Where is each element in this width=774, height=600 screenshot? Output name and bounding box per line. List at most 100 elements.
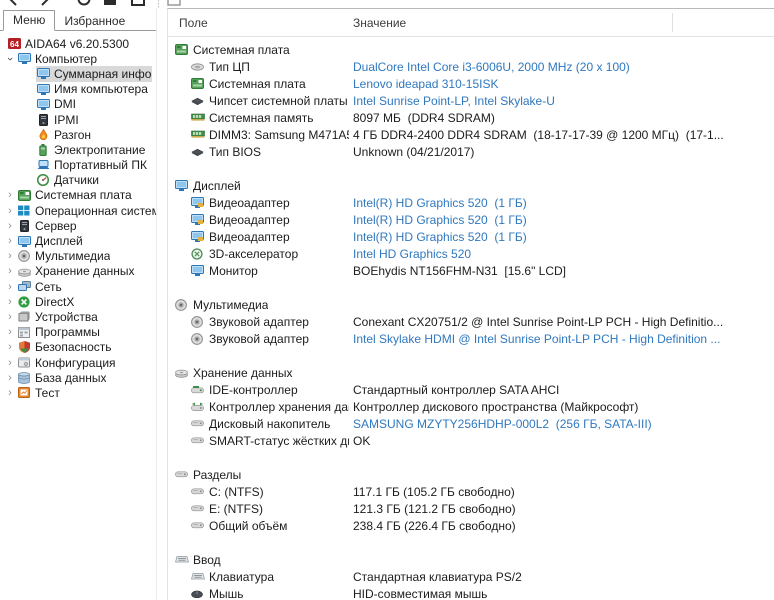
tree-expanded-arrow-icon[interactable]: › bbox=[5, 52, 15, 66]
refresh-button[interactable] bbox=[76, 0, 92, 7]
row-mouse[interactable]: МышьHID-совместимая мышь bbox=[168, 585, 774, 600]
forward-button[interactable] bbox=[36, 0, 52, 7]
field-value[interactable]: Lenovo ideapad 310-15ISK bbox=[353, 75, 774, 92]
hdd-icon bbox=[191, 522, 206, 529]
sidebar-item-label: Хранение данных bbox=[35, 264, 135, 278]
sidebar-item-display[interactable]: ›Дисплей bbox=[3, 233, 156, 248]
tree-collapsed-arrow-icon[interactable]: › bbox=[3, 266, 17, 276]
hdd-icon bbox=[191, 488, 206, 495]
sidebar-item-power[interactable]: Электропитание bbox=[36, 142, 156, 157]
sidebar-item-network[interactable]: ›Сеть bbox=[3, 279, 156, 294]
sidebar-item-label: Разгон bbox=[54, 128, 91, 142]
programs-icon bbox=[17, 327, 31, 338]
tree-collapsed-arrow-icon[interactable]: › bbox=[3, 327, 17, 337]
row-disk-drive[interactable]: Дисковый накопитель SAMSUNG MZYTY256HDHP-… bbox=[168, 415, 774, 432]
row-video-adapter-2[interactable]: ВидеоадаптерIntel(R) HD Graphics 520 (1 … bbox=[168, 211, 774, 228]
tree-collapsed-arrow-icon[interactable]: › bbox=[3, 206, 17, 216]
row-monitor[interactable]: МониторBOEhydis NT156FHM-N31 [15.6" LCD] bbox=[168, 262, 774, 279]
row-total-volume[interactable]: Общий объём238.4 ГБ (226.4 ГБ свободно) bbox=[168, 517, 774, 534]
row-keyboard[interactable]: КлавиатураСтандартная клавиатура PS/2 bbox=[168, 568, 774, 585]
sidebar-item-directx[interactable]: ›DirectX bbox=[3, 294, 156, 309]
row-video-adapter-3[interactable]: ВидеоадаптерIntel(R) HD Graphics 520 (1 … bbox=[168, 228, 774, 245]
tree-collapsed-arrow-icon[interactable]: › bbox=[3, 373, 17, 383]
row-storage-controller[interactable]: Контроллер хранения данн...Контроллер ди… bbox=[168, 398, 774, 415]
tree-collapsed-arrow-icon[interactable]: › bbox=[3, 282, 17, 292]
sidebar-item-benchmark[interactable]: ›Тест bbox=[3, 385, 156, 400]
field-value[interactable]: Intel(R) HD Graphics 520 (1 ГБ) bbox=[353, 228, 774, 245]
sidebar-item-motherboard[interactable]: ›Системная плата bbox=[3, 188, 156, 203]
sidebar-item-portable-pc[interactable]: Портативный ПК bbox=[36, 158, 156, 173]
column-header-value: Значение bbox=[353, 16, 406, 30]
field-label: Звуковой адаптер bbox=[209, 315, 309, 329]
sidebar-item-configuration[interactable]: ›Конфигурация bbox=[3, 355, 156, 370]
section-header-display[interactable]: Дисплей bbox=[168, 177, 774, 194]
sidebar-item-dmi[interactable]: DMI bbox=[36, 97, 156, 112]
sidebar-item-security[interactable]: ›Безопасность bbox=[3, 340, 156, 355]
sidebar-item-server[interactable]: ›Сервер bbox=[3, 218, 156, 233]
tree-collapsed-arrow-icon[interactable]: › bbox=[3, 342, 17, 352]
tree-collapsed-arrow-icon[interactable]: › bbox=[3, 236, 17, 246]
tab-favorites[interactable]: Избранное bbox=[55, 12, 134, 31]
chart-button[interactable] bbox=[130, 0, 146, 7]
sidebar-item-summary[interactable]: Суммарная информация bbox=[36, 66, 152, 81]
field-value[interactable]: SAMSUNG MZYTY256HDHP-000L2 (256 ГБ, SATA… bbox=[353, 415, 774, 432]
field-label: Дисковый накопитель bbox=[209, 417, 330, 431]
field-value[interactable]: Intel Skylake HDMI @ Intel Sunrise Point… bbox=[353, 330, 774, 347]
tree-collapsed-arrow-icon[interactable]: › bbox=[3, 190, 17, 200]
section-header-storage[interactable]: Хранение данных bbox=[168, 364, 774, 381]
tree-collapsed-arrow-icon[interactable]: › bbox=[3, 312, 17, 322]
row-partition-c[interactable]: C: (NTFS)117.1 ГБ (105.2 ГБ свободно) bbox=[168, 483, 774, 500]
sidebar-item-database[interactable]: ›База данных bbox=[3, 370, 156, 385]
monitor-icon bbox=[175, 180, 190, 191]
sidebar-item-overclock[interactable]: Разгон bbox=[36, 127, 156, 142]
sidebar-item-operating-system[interactable]: ›Операционная система bbox=[3, 203, 156, 218]
sidebar-item-programs[interactable]: ›Программы bbox=[3, 325, 156, 340]
row-accelerator-3d[interactable]: 3D-акселераторIntel HD Graphics 520 bbox=[168, 245, 774, 262]
sidebar-item-devices[interactable]: ›Устройства bbox=[3, 309, 156, 324]
tab-menu[interactable]: Меню bbox=[3, 10, 55, 31]
tree-collapsed-arrow-icon[interactable]: › bbox=[3, 251, 17, 261]
sidebar-item-storage[interactable]: › Хранение данных bbox=[3, 264, 156, 279]
section-header-input[interactable]: Ввод bbox=[168, 551, 774, 568]
row-dimm3[interactable]: DIMM3: Samsung M471A524...4 ГБ DDR4-2400… bbox=[168, 126, 774, 143]
row-audio-adapter-2[interactable]: Звуковой адаптерIntel Skylake HDMI @ Int… bbox=[168, 330, 774, 347]
field-value[interactable]: DualCore Intel Core i3-6006U, 2000 MHz (… bbox=[353, 58, 774, 75]
section-header-motherboard[interactable]: Системная плата bbox=[168, 41, 774, 58]
chipset-icon bbox=[191, 97, 206, 105]
field-value[interactable]: Intel(R) HD Graphics 520 (1 ГБ) bbox=[353, 194, 774, 211]
tree-collapsed-arrow-icon[interactable]: › bbox=[3, 297, 17, 307]
report-button[interactable] bbox=[102, 0, 118, 7]
window-button[interactable] bbox=[166, 0, 182, 7]
tree-collapsed-arrow-icon[interactable]: › bbox=[3, 221, 17, 231]
row-cpu-type[interactable]: Тип ЦПDualCore Intel Core i3-6006U, 2000… bbox=[168, 58, 774, 75]
back-button[interactable] bbox=[6, 0, 22, 7]
row-audio-adapter-1[interactable]: Звуковой адаптерConexant CX20751/2 @ Int… bbox=[168, 313, 774, 330]
tree-collapsed-arrow-icon[interactable]: › bbox=[3, 388, 17, 398]
column-resize-handle[interactable] bbox=[672, 13, 673, 32]
tree-collapsed-arrow-icon[interactable]: › bbox=[3, 358, 17, 368]
sidebar-item-computer-name[interactable]: Имя компьютера bbox=[36, 82, 156, 97]
row-video-adapter-1[interactable]: ВидеоадаптерIntel(R) HD Graphics 520 (1 … bbox=[168, 194, 774, 211]
row-ide-controller[interactable]: IDE-контроллерСтандартный контроллер SAT… bbox=[168, 381, 774, 398]
field-value[interactable]: Intel(R) HD Graphics 520 (1 ГБ) bbox=[353, 211, 774, 228]
field-value[interactable]: Intel HD Graphics 520 bbox=[353, 245, 774, 262]
app-window: Меню Избранное 64AIDA64 v6.20.5300›Компь… bbox=[0, 8, 774, 600]
sidebar-item-sensors[interactable]: Датчики bbox=[36, 173, 156, 188]
row-chipset[interactable]: Чипсет системной платыIntel Sunrise Poin… bbox=[168, 92, 774, 109]
row-smart-status[interactable]: SMART-статус жёстких диск...OK bbox=[168, 432, 774, 449]
field-value[interactable]: Intel Sunrise Point-LP, Intel Skylake-U bbox=[353, 92, 774, 109]
sidebar-item-multimedia[interactable]: ›Мультимедиа bbox=[3, 249, 156, 264]
sidebar-item-computer[interactable]: ›Компьютер bbox=[3, 51, 156, 66]
row-system-memory[interactable]: Системная память8097 МБ (DDR4 SDRAM) bbox=[168, 109, 774, 126]
panel-splitter[interactable] bbox=[157, 8, 167, 600]
monitor-icon bbox=[36, 84, 50, 95]
row-motherboard[interactable]: Системная платаLenovo ideapad 310-15ISK bbox=[168, 75, 774, 92]
row-bios-type[interactable]: Тип BIOSUnknown (04/21/2017) bbox=[168, 143, 774, 160]
section-header-multimedia[interactable]: Мультимедиа bbox=[168, 296, 774, 313]
tower-icon bbox=[17, 220, 31, 232]
sidebar-item-ipmi[interactable]: IPMI bbox=[36, 112, 156, 127]
sidebar-item-aida64-root[interactable]: 64AIDA64 v6.20.5300 bbox=[3, 36, 156, 51]
section-header-partitions[interactable]: Разделы bbox=[168, 466, 774, 483]
field-label: Системная память bbox=[209, 111, 313, 125]
row-partition-e[interactable]: E: (NTFS)121.3 ГБ (121.2 ГБ свободно) bbox=[168, 500, 774, 517]
